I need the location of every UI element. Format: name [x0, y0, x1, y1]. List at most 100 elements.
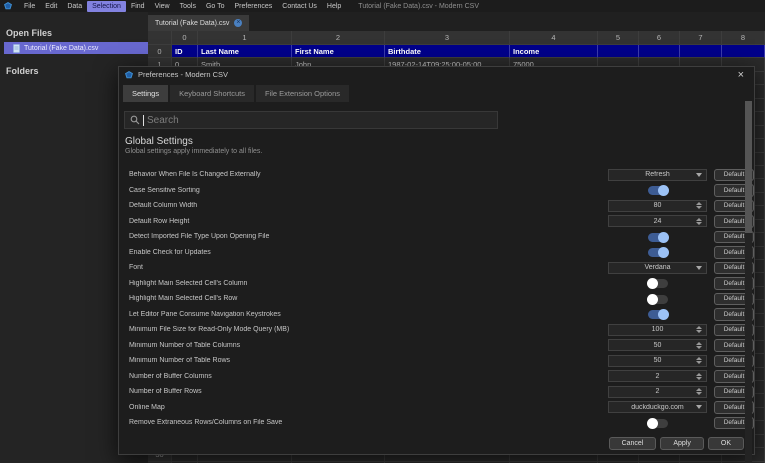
grid-column-header[interactable]: 6	[639, 31, 680, 45]
grid-column-header[interactable]: 5	[598, 31, 639, 45]
setting-label: Behavior When File Is Changed Externally	[129, 171, 261, 179]
setting-row: Minimum Number of Table Rows 50 Default	[119, 353, 754, 369]
dialog-title: Preferences - Modern CSV	[138, 70, 229, 79]
cancel-button[interactable]: Cancel	[608, 436, 657, 450]
dropdown-select[interactable]: duckduckgo.com	[608, 401, 707, 414]
grid-column-header[interactable]: 2	[292, 31, 385, 45]
menu-data[interactable]: Data	[62, 1, 87, 12]
number-stepper[interactable]: 2	[608, 385, 707, 398]
dialog-tab-keyboard-shortcuts[interactable]: Keyboard Shortcuts	[170, 85, 254, 102]
setting-row: Highlight Main Selected Cell's Row Defaul…	[119, 291, 754, 307]
grid-cell[interactable]	[598, 45, 639, 59]
toggle-knob	[657, 247, 669, 259]
grid-column-header[interactable]: 1	[198, 31, 292, 45]
grid-corner-cell[interactable]	[148, 31, 172, 45]
grid-column-header[interactable]: 7	[680, 31, 722, 45]
stepper-arrows-icon[interactable]	[696, 372, 702, 380]
setting-control	[608, 309, 707, 321]
grid-cell[interactable]	[680, 45, 722, 59]
dialog-tabs: Settings Keyboard Shortcuts File Extension…	[119, 85, 754, 102]
number-stepper[interactable]: 50	[608, 339, 707, 352]
menu-items: File Edit Data Selection Find View Tools Go To P…	[19, 0, 346, 12]
file-tab[interactable]: Tutorial (Fake Data).csv	[148, 15, 250, 31]
search-input[interactable]	[147, 114, 492, 126]
number-stepper[interactable]: 50	[608, 354, 707, 367]
apply-button[interactable]: Apply	[660, 436, 704, 450]
menu-help[interactable]: Help	[322, 1, 346, 12]
number-stepper[interactable]: 100	[608, 323, 707, 336]
toggle-switch[interactable]	[647, 247, 669, 259]
toggle-switch[interactable]	[646, 278, 668, 290]
menu-preferences[interactable]: Preferences	[230, 1, 278, 12]
setting-row: Highlight Main Selected Cell's Column Def…	[119, 276, 754, 292]
grid-column-header[interactable]: 3	[385, 31, 510, 45]
menu-go-to[interactable]: Go To	[201, 1, 230, 12]
file-tab-label: Tutorial (Fake Data).csv	[155, 19, 230, 27]
grid-row-number[interactable]: 0	[148, 45, 172, 59]
dialog-scrollbar[interactable]	[745, 101, 752, 463]
search-box[interactable]	[124, 111, 498, 129]
menu-find[interactable]: Find	[126, 1, 150, 12]
grid-cell[interactable]: Income	[510, 45, 598, 59]
dialog-tab-settings[interactable]: Settings	[123, 85, 169, 102]
stepper-arrows-icon[interactable]	[696, 341, 702, 349]
toggle-switch[interactable]	[646, 417, 668, 429]
dialog-tab-file-extension-options[interactable]: File Extension Options	[255, 85, 350, 102]
toggle-knob	[646, 417, 658, 429]
menu-view[interactable]: View	[150, 1, 175, 12]
number-stepper[interactable]: 2	[608, 370, 707, 383]
search-icon	[130, 115, 140, 125]
scrollbar-thumb[interactable]	[745, 101, 752, 233]
dialog-close-icon[interactable]	[738, 69, 744, 81]
menu-file[interactable]: File	[19, 1, 40, 12]
toggle-switch[interactable]	[646, 293, 668, 305]
stepper-arrows-icon[interactable]	[696, 217, 702, 225]
menu-contact-us[interactable]: Contact Us	[277, 1, 322, 12]
setting-control: Refresh	[608, 168, 707, 181]
stepper-arrows-icon[interactable]	[696, 357, 702, 365]
field-value: duckduckgo.com	[631, 403, 684, 411]
chevron-down-icon	[696, 265, 702, 270]
number-stepper[interactable]: 80	[608, 199, 707, 212]
grid-cell[interactable]	[722, 45, 765, 59]
toggle-knob	[657, 309, 669, 321]
setting-control: 2	[608, 370, 707, 383]
grid-column-header[interactable]: 0	[172, 31, 198, 45]
grid-cell[interactable]: Last Name	[198, 45, 292, 59]
setting-label: Enable Check for Updates	[129, 248, 211, 256]
dropdown-select[interactable]: Verdana	[608, 261, 707, 274]
setting-row: Number of Buffer Columns 2 Default	[119, 369, 754, 385]
menu-tools[interactable]: Tools	[175, 1, 201, 12]
grid-cell[interactable]: Birthdate	[385, 45, 510, 59]
toggle-switch[interactable]	[647, 309, 669, 321]
setting-row: Behavior When File Is Changed Externally…	[119, 167, 754, 183]
field-value: Verdana	[644, 264, 671, 272]
grid-cell[interactable]	[639, 45, 680, 59]
number-stepper[interactable]: 24	[608, 215, 707, 228]
app-logo-icon	[4, 2, 12, 10]
setting-label: Detect Imported File Type Upon Opening F…	[129, 233, 270, 241]
text-caret	[143, 114, 144, 126]
stepper-arrows-icon[interactable]	[696, 202, 702, 210]
stepper-arrows-icon[interactable]	[696, 388, 702, 396]
chevron-down-icon	[696, 405, 702, 410]
setting-row: Online Map duckduckgo.com Default	[119, 400, 754, 416]
grid-column-header[interactable]: 4	[510, 31, 598, 45]
grid-cell[interactable]: First Name	[292, 45, 385, 59]
setting-label: Font	[129, 264, 144, 272]
menu-edit[interactable]: Edit	[40, 1, 62, 12]
dropdown-select[interactable]: Refresh	[608, 168, 707, 181]
menu-selection[interactable]: Selection	[87, 0, 126, 12]
ok-button[interactable]: OK	[707, 436, 744, 450]
open-file-item[interactable]: Tutorial (Fake Data).csv	[4, 42, 148, 54]
field-value: 80	[653, 202, 662, 210]
tab-close-icon[interactable]	[234, 19, 243, 27]
toggle-switch[interactable]	[647, 185, 669, 197]
setting-label: Minimum Number of Table Rows	[129, 357, 231, 365]
grid-cell[interactable]: ID	[172, 45, 198, 59]
stepper-arrows-icon[interactable]	[696, 326, 702, 334]
setting-row: Minimum Number of Table Columns 50 Default	[119, 338, 754, 354]
grid-column-header[interactable]: 8	[722, 31, 765, 45]
toggle-switch[interactable]	[647, 231, 669, 243]
field-value: 2	[655, 388, 660, 396]
